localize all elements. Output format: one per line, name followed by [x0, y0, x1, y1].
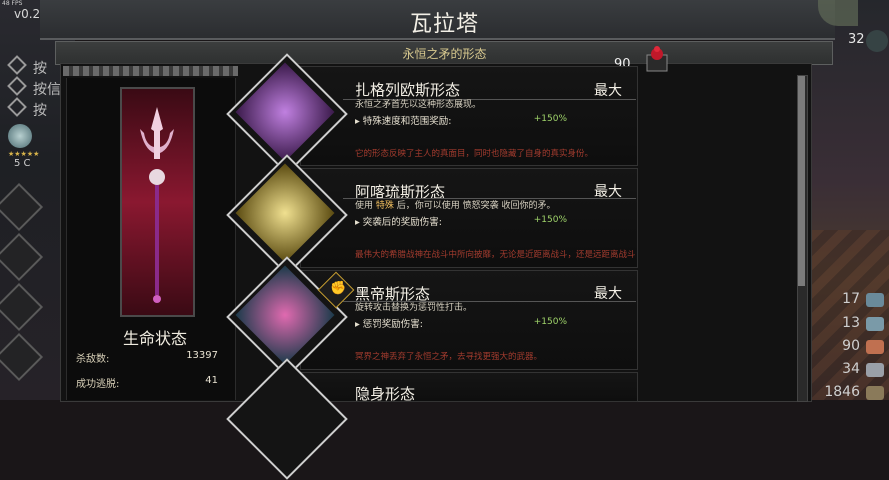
keys-count: 32: [848, 32, 865, 47]
resource-gemstone: 13: [842, 315, 860, 331]
page-title: 瓦拉塔: [409, 12, 479, 37]
resource-ambrosia: 34: [842, 361, 860, 377]
aspect-card-hidden[interactable]: [300, 372, 638, 402]
aspect-description: 使用 特殊 后，你可以使用 愤怒突袭 收回你的矛。: [355, 201, 556, 211]
ambrosia-icon: [866, 363, 884, 377]
darkness-icon: [646, 46, 668, 72]
aspect-flavor-text: 它的形态反映了主人的真面目，同时也隐藏了自身的真实身份。: [355, 149, 594, 159]
diamond-icon: [7, 55, 27, 75]
aspect-flavor-text: 冥界之神丢弃了永恒之矛，去寻找更强大的武器。: [355, 352, 543, 362]
escapes-label: 成功逃脱:: [76, 379, 120, 390]
nectar-icon: [866, 340, 884, 354]
keys-icon: [866, 30, 888, 52]
diamond-icon: [7, 76, 27, 96]
weapon-portrait: [120, 87, 195, 317]
resource-darkness-gem: 17: [842, 291, 860, 307]
resource-nectar: 90: [842, 338, 860, 354]
aspect-bonus-value: +150%: [533, 317, 567, 327]
fist-icon: ✊: [330, 281, 347, 296]
greek-frieze: [63, 66, 238, 76]
scrollbar-thumb[interactable]: [798, 76, 805, 286]
kills-label: 杀敌数:: [76, 354, 110, 365]
mirror-orb-icon: [8, 124, 32, 148]
rank-count: 5 C: [14, 158, 31, 169]
aspect-name: 隐身形态: [355, 385, 416, 403]
spear-icon: [140, 107, 174, 303]
coin-icon: [866, 386, 884, 400]
aspect-bonus-label: ▸ 突袭后的奖励伤害:: [355, 217, 442, 228]
escapes-value: 41: [205, 375, 218, 386]
kills-value: 13397: [186, 350, 218, 361]
aspect-description: 旋转攻击替换为惩罚性打击。: [355, 303, 473, 313]
page-subtitle: 永恒之矛的形态: [402, 47, 487, 61]
rank-stars: ★★★★★: [8, 150, 40, 158]
aspect-level: 最大: [594, 286, 622, 302]
aspect-bonus-value: +150%: [533, 114, 567, 124]
aspect-flavor-text: 最伟大的希腊战神在战斗中所向披靡，无论是近距离战斗，还是远距离战斗: [355, 250, 636, 260]
aspect-bonus-label: ▸ 特殊速度和范围奖励:: [355, 116, 452, 127]
darkness-gem-icon: [866, 293, 884, 307]
status-title: 生命状态: [122, 329, 187, 348]
aspect-bonus-label: ▸ 惩罚奖励伤害:: [355, 319, 423, 330]
gemstone-icon: [866, 317, 884, 331]
diamond-icon: [7, 97, 27, 117]
aspect-description: 永恒之矛首先以这种形态展现。: [355, 100, 482, 110]
aspect-level: 最大: [594, 83, 622, 99]
resource-coins: 1846: [824, 384, 860, 400]
aspect-bonus-value: +150%: [533, 215, 567, 225]
